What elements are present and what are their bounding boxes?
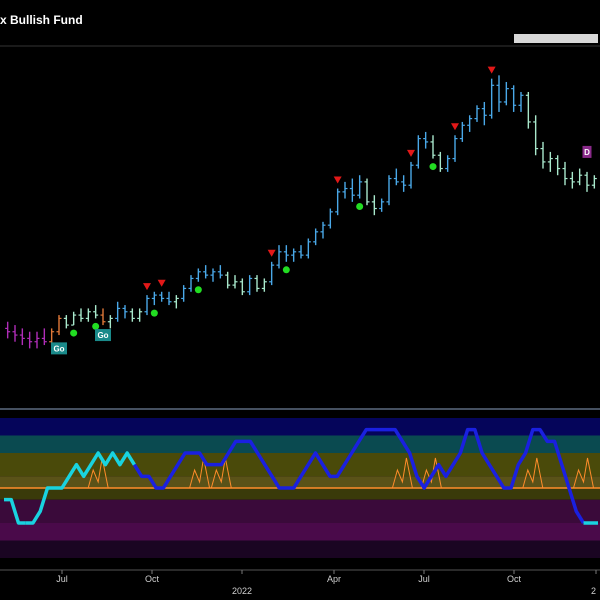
signal-badge-label: Go <box>97 331 108 340</box>
x-tick-label: Oct <box>507 574 522 584</box>
oscillator-band <box>0 435 600 453</box>
oscillator-band <box>0 499 600 523</box>
x-tick-label: Apr <box>327 574 341 584</box>
oscillator-band <box>0 523 600 541</box>
toolbar-scrollbar[interactable] <box>514 34 598 43</box>
trough-marker <box>70 329 78 337</box>
trough-marker <box>282 266 290 274</box>
oscillator-band <box>0 540 600 558</box>
signal-badge-label: Go <box>53 344 64 353</box>
x-tick-label: Jul <box>56 574 68 584</box>
x-tick-label: 2022 <box>232 586 252 596</box>
signal-badge: Go <box>95 329 111 342</box>
x-tick-label: Jul <box>418 574 430 584</box>
chart: x Bullish Fund Go Go D Jul Oct 2022 Apr Jul Oct… <box>0 0 600 600</box>
chart-title: x Bullish Fund <box>0 13 83 27</box>
trough-marker <box>92 322 100 330</box>
signal-badge: D <box>582 145 592 158</box>
x-tick-label: Oct <box>145 574 160 584</box>
oscillator-band <box>0 418 600 436</box>
trough-marker <box>356 203 364 211</box>
trough-marker <box>429 163 437 171</box>
x-tick-label: 2 <box>591 586 596 596</box>
signal-badge-label: D <box>584 148 590 157</box>
trough-marker <box>194 286 202 294</box>
trough-marker <box>150 309 158 317</box>
signal-badge: Go <box>51 342 67 355</box>
